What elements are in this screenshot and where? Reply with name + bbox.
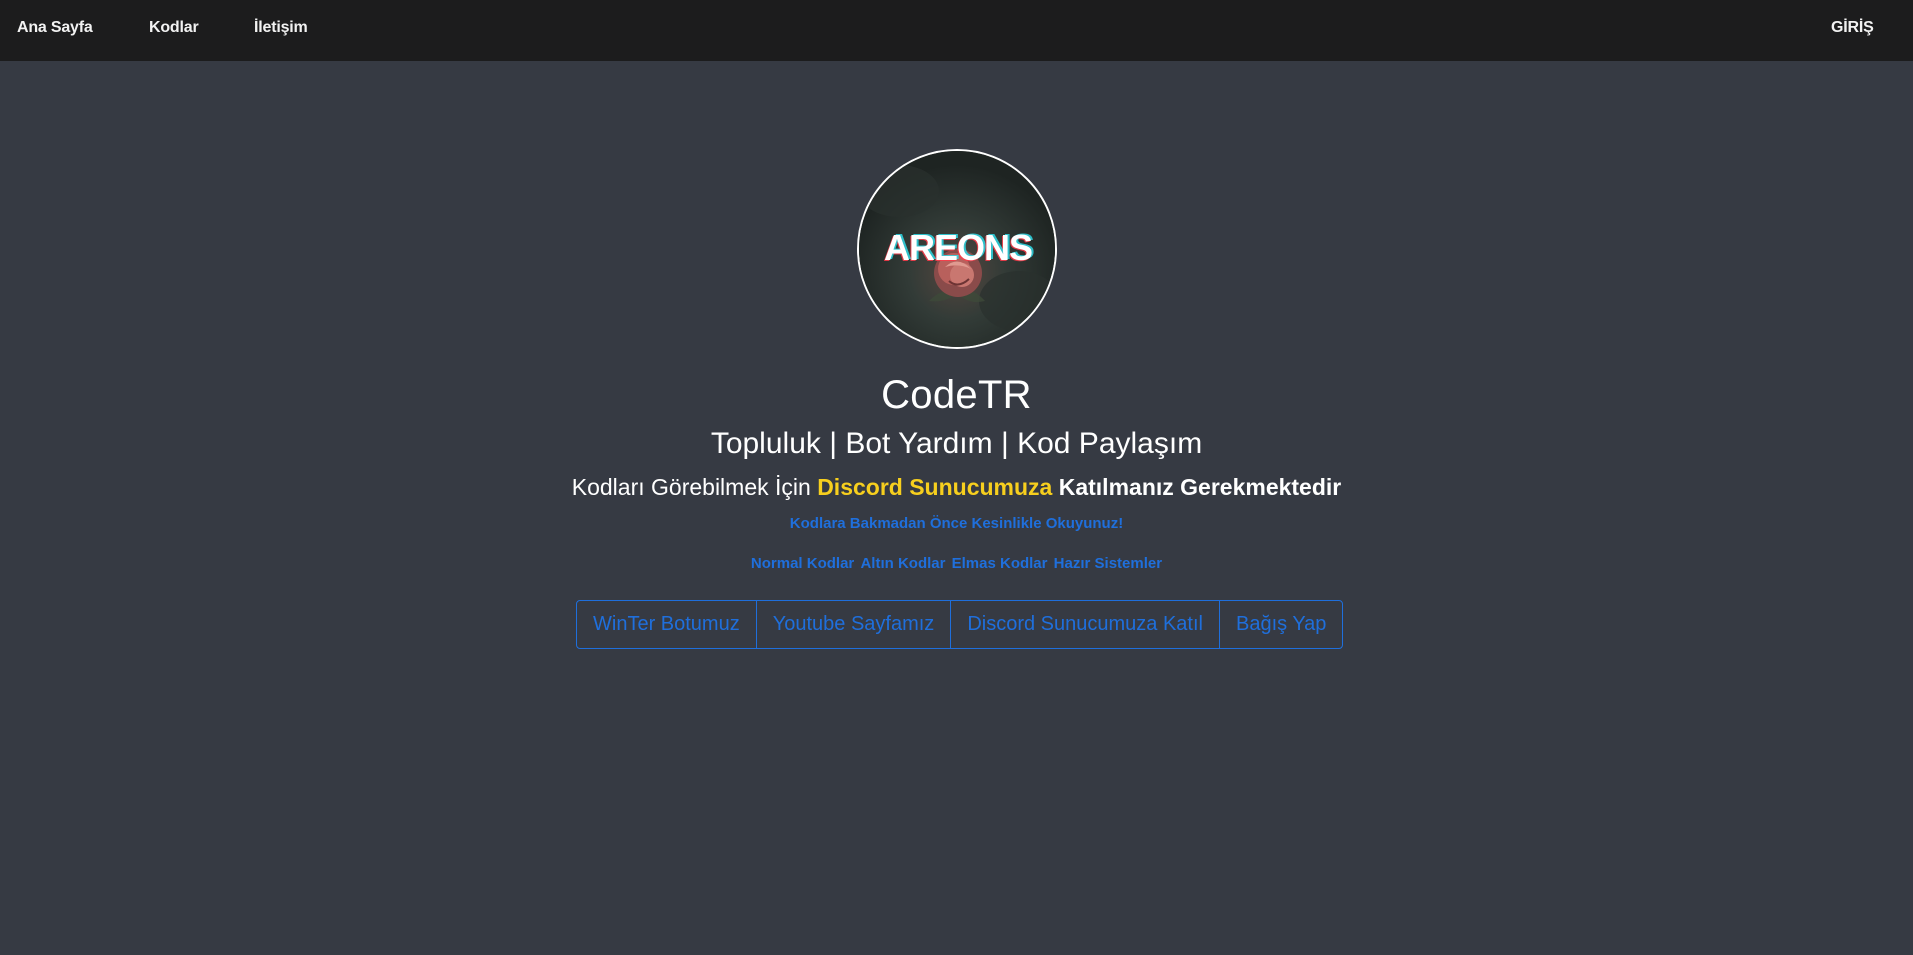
notice-prefix: Kodları Görebilmek İçin bbox=[571, 474, 811, 500]
nav-codes-link[interactable]: Kodlar bbox=[149, 19, 199, 37]
discord-notice: Kodları Görebilmek İçin Discord Sunucumu… bbox=[0, 474, 1913, 501]
category-diamond-link[interactable]: Elmas Kodlar bbox=[952, 555, 1048, 572]
category-ready-systems-link[interactable]: Hazır Sistemler bbox=[1054, 555, 1162, 572]
category-gold-link[interactable]: Altın Kodlar bbox=[860, 555, 945, 572]
donate-button[interactable]: Bağış Yap bbox=[1220, 601, 1342, 648]
nav-contact-link[interactable]: İletişim bbox=[254, 19, 308, 37]
site-title: CodeTR bbox=[881, 373, 1032, 417]
notice-suffix: Katılmanız Gerekmektedir bbox=[1058, 474, 1342, 500]
svg-text:AREONS: AREONS bbox=[884, 227, 1032, 268]
rose-logo-icon: AREONS AREONS AREONS bbox=[859, 151, 1055, 347]
notice-highlight: Discord Sunucumuza bbox=[817, 474, 1053, 500]
logo-avatar: AREONS AREONS AREONS bbox=[857, 149, 1057, 349]
winter-bot-button[interactable]: WinTer Botumuz bbox=[577, 601, 757, 648]
login-link[interactable]: GİRİŞ bbox=[1831, 19, 1874, 37]
category-normal-link[interactable]: Normal Kodlar bbox=[751, 555, 854, 572]
site-subtitle: Topluluk | Bot Yardım | Kod Paylaşım bbox=[710, 427, 1203, 460]
nav-home-link[interactable]: Ana Sayfa bbox=[17, 19, 93, 37]
discord-join-button[interactable]: Discord Sunucumuza Katıl bbox=[951, 601, 1220, 648]
top-navbar: Ana Sayfa Kodlar İletişim GİRİŞ bbox=[0, 0, 1913, 61]
code-categories: Normal Kodlar Altın Kodlar Elmas Kodlar … bbox=[0, 555, 1913, 572]
youtube-button[interactable]: Youtube Sayfamız bbox=[757, 601, 952, 648]
read-before-link[interactable]: Kodlara Bakmadan Önce Kesinlikle Okuyunu… bbox=[0, 515, 1913, 532]
action-button-group: WinTer Botumuz Youtube Sayfamız Discord … bbox=[576, 600, 1344, 649]
